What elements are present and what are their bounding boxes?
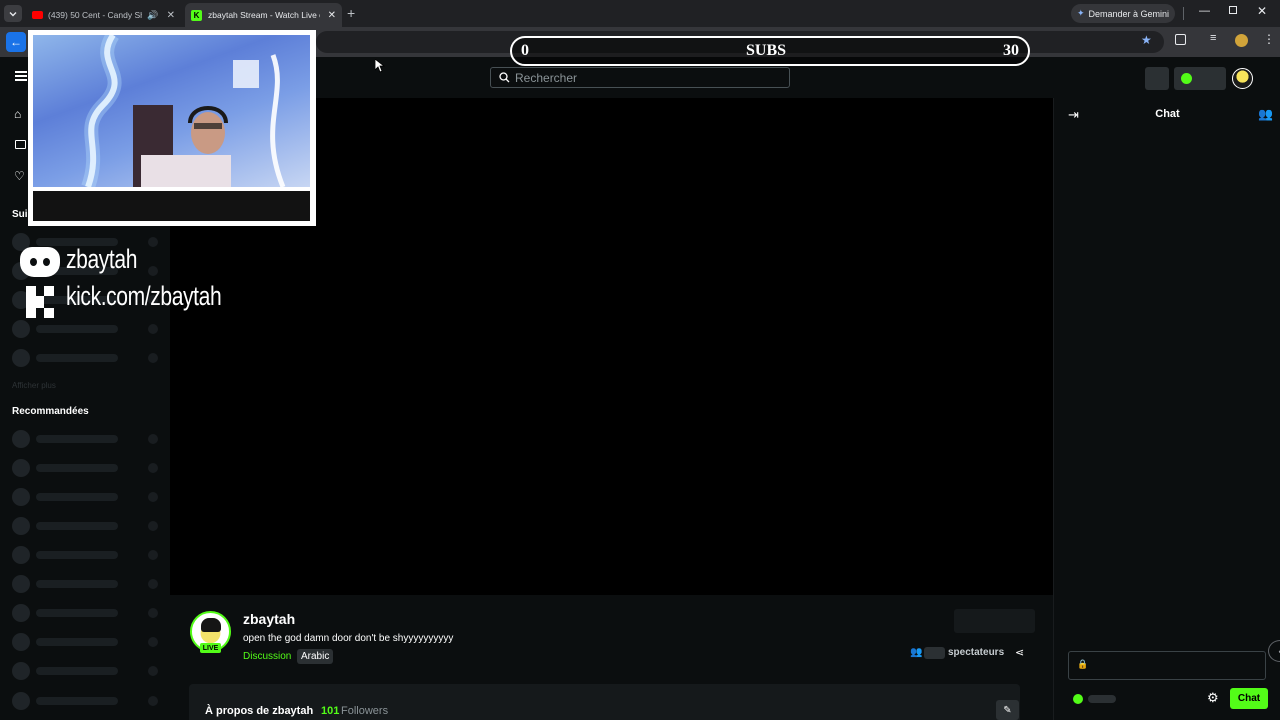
tab-close-icon[interactable]: ✕ [167,10,175,21]
list-item[interactable] [12,604,162,622]
search-placeholder: Rechercher [515,70,578,85]
users-icon[interactable]: 👥 [1258,107,1273,121]
recommended-heading: Recommandées [12,406,89,417]
user-avatar[interactable] [1232,68,1253,89]
browser-tab-bar: (439) 50 Cent - Candy Shop 🔊 ✕ K zbaytah… [0,0,1280,27]
stream-title: open the god damn door don't be shyyyyyy… [243,633,454,644]
search-input[interactable]: Rechercher [490,67,790,88]
list-item[interactable] [12,692,162,710]
chat-send-button[interactable]: Chat [1230,688,1268,709]
list-item[interactable] [12,517,162,535]
chat-panel: ⇥ Chat 👥 🔒 ⚙ Chat [1053,98,1280,720]
list-item[interactable] [12,430,162,448]
kick-logo-icon [26,286,56,318]
share-icon[interactable]: ⋖ [1015,646,1024,659]
close-window-icon[interactable]: ✕ [1257,4,1267,18]
discord-handle: zbaytah [66,244,138,274]
following-icon[interactable]: ♡ [14,169,25,183]
tab-youtube[interactable]: (439) 50 Cent - Candy Shop 🔊 ✕ [26,3,181,27]
media-control-icon[interactable]: ≡ [1210,32,1216,44]
profile-avatar[interactable] [1235,34,1248,47]
hamburger-icon[interactable] [15,71,27,81]
browser-menu-icon[interactable]: ⋮ [1263,32,1275,46]
header-placeholder-button[interactable] [1145,67,1169,90]
gemini-button[interactable]: ✦ Demander à Gemini [1071,4,1175,23]
kick-favicon-icon: K [191,9,202,21]
followers-label: Followers [341,705,389,717]
chat-input[interactable]: 🔒 [1068,651,1266,680]
live-badge-label: LIVE [202,644,219,652]
restore-icon[interactable] [1229,6,1237,14]
kick-url: kick.com/zbaytah [66,281,222,311]
points-placeholder [1088,695,1116,703]
subs-goal-current: 0 [521,42,529,59]
tab-kick-label: zbaytah Stream - Watch Live on Kick [208,10,320,20]
search-icon [499,72,510,83]
subs-goal-target: 30 [1003,42,1019,59]
subs-goal-label: SUBS [745,42,787,59]
follow-button-placeholder[interactable] [954,609,1035,633]
viewers-label: spectateurs [948,647,1005,658]
webcam-feed [33,35,310,187]
tab-close-icon[interactable]: ✕ [328,10,336,21]
tab-kick[interactable]: K zbaytah Stream - Watch Live on Kick ✕ [185,3,342,27]
edit-button[interactable]: ✎ [996,700,1019,720]
chat-send-label: Chat [1237,693,1261,704]
subs-goal-bar: 0 SUBS 30 [510,36,1030,66]
live-badge: LIVE [200,643,221,653]
youtube-icon [32,11,43,19]
tab-search-button[interactable] [4,5,22,22]
list-item[interactable] [12,546,162,564]
list-item[interactable] [12,633,162,651]
header-wallet-button[interactable] [1174,67,1226,90]
language-tag-label: Arabic [301,651,330,662]
gemini-icon: ✦ [1076,8,1085,18]
chat-settings-icon[interactable]: ⚙ [1207,690,1219,706]
tab-youtube-label: (439) 50 Cent - Candy Shop [48,10,142,20]
about-section: À propos de zbaytah 101 Followers ✎ [189,684,1020,720]
chevron-down-icon [9,11,17,16]
list-item[interactable] [12,575,162,593]
kick-coin-icon [1073,694,1083,704]
about-label: À propos de zbaytah [205,705,314,717]
show-more-link[interactable]: Afficher plus [12,381,56,390]
new-tab-icon[interactable]: + [347,5,355,21]
followers-count: 101 [321,705,340,717]
extensions-icon[interactable] [1175,34,1186,45]
list-item[interactable] [12,349,162,367]
stream-info: LIVE zbaytah open the god damn door don'… [170,598,1053,720]
home-icon[interactable]: ⌂ [14,107,21,121]
viewers-icon: 👥 [910,647,923,658]
discord-icon [20,247,60,277]
list-item[interactable] [12,662,162,680]
streamer-name[interactable]: zbaytah [243,611,295,627]
chat-title: Chat [1155,108,1180,120]
speaker-icon[interactable]: 🔊 [147,10,158,21]
browse-icon[interactable] [15,140,26,149]
back-icon[interactable]: ← [6,32,26,52]
category-link[interactable]: Discussion [243,651,291,662]
list-item[interactable] [12,320,162,338]
webcam-scene-image [81,35,286,187]
minimize-icon[interactable]: — [1199,5,1210,17]
list-item[interactable] [12,488,162,506]
lock-icon: 🔒 [1077,659,1089,669]
window-divider [1183,7,1184,20]
language-tag[interactable]: Arabic [297,649,334,664]
pencil-icon: ✎ [1003,704,1012,716]
following-heading: Sui [12,209,28,220]
star-icon[interactable]: ★ [1141,33,1152,47]
webcam-overlay-strip [33,191,310,221]
kick-coin-icon [1181,73,1192,84]
viewer-count-placeholder [924,647,945,659]
gemini-label: Demander à Gemini [1088,8,1170,19]
list-item[interactable] [12,459,162,477]
mouse-cursor-icon [375,59,385,73]
